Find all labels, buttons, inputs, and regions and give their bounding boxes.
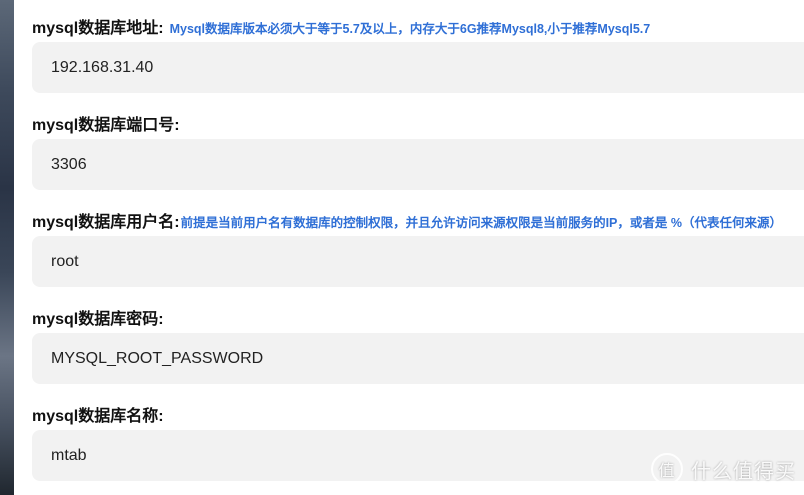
db-port-label: mysql数据库端口号:: [32, 117, 180, 134]
db-host-hint: Mysql数据库版本必须大于等于5.7及以上，内存大于6G推荐Mysql8,小于…: [169, 22, 651, 36]
db-port-input[interactable]: [32, 139, 804, 190]
db-user-hint: 前提是当前用户名有数据库的控制权限，并且允许访问来源权限是当前服务的IP，或者是…: [180, 216, 782, 230]
db-host-input[interactable]: [32, 42, 804, 93]
watermark-text: 什么值得买: [691, 458, 796, 483]
db-user-label: mysql数据库用户名:: [32, 214, 180, 231]
mysql-config-form: mysql数据库地址: Mysql数据库版本必须大于等于5.7及以上，内存大于6…: [14, 0, 804, 495]
db-password-label: mysql数据库密码:: [32, 311, 164, 328]
background-edge: [0, 0, 14, 495]
db-host-label: mysql数据库地址:: [32, 20, 164, 37]
watermark-logo-icon: 值: [651, 453, 683, 485]
db-password-input[interactable]: [32, 333, 804, 384]
watermark: 值 什么值得买: [651, 453, 796, 485]
db-user-input[interactable]: [32, 236, 804, 287]
db-name-label: mysql数据库名称:: [32, 408, 164, 425]
